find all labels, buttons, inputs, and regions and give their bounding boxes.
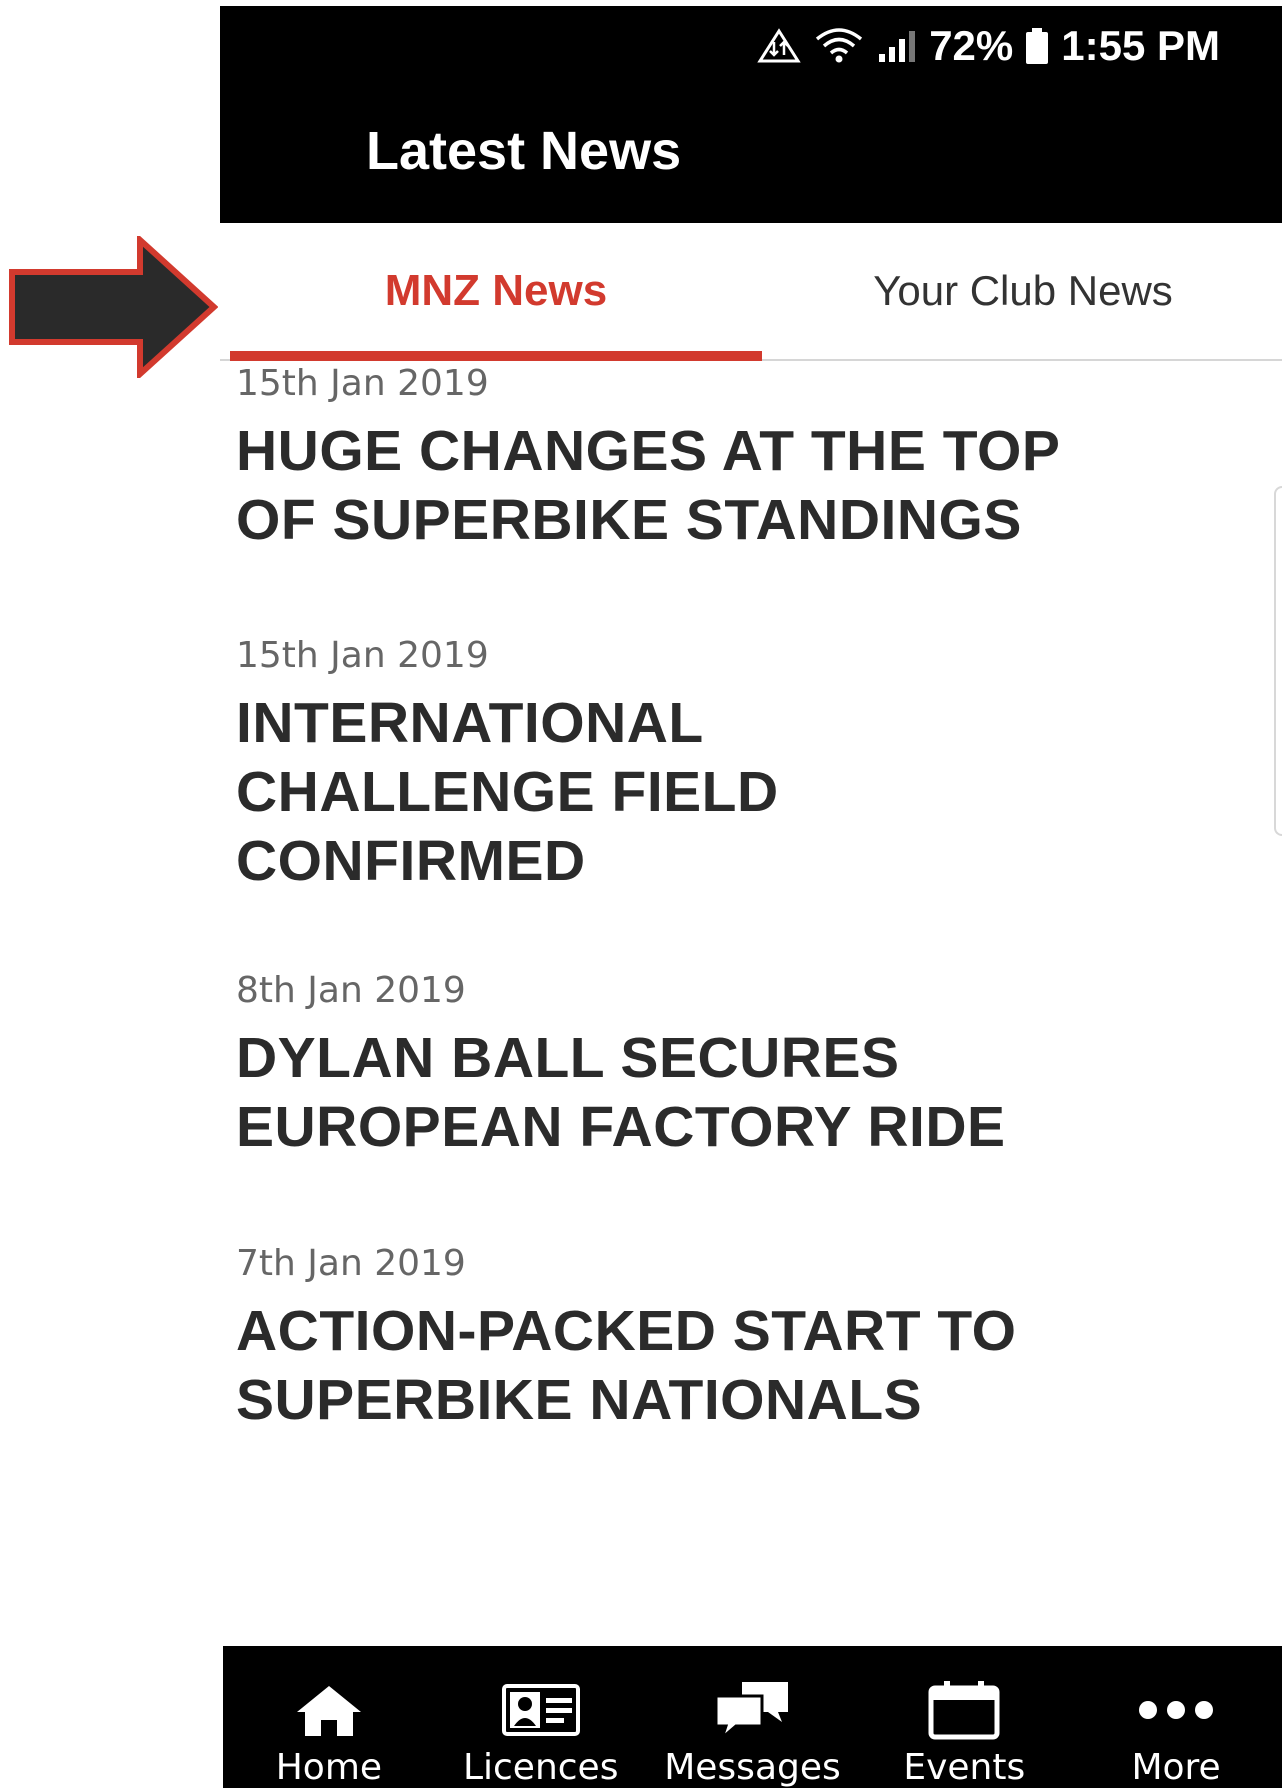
tab-label: Your Club News — [873, 267, 1173, 314]
status-bar: 72% 1:55 PM — [220, 6, 1282, 86]
signal-icon — [877, 28, 917, 64]
battery-percent: 72% — [929, 22, 1014, 69]
news-date: 8th Jan 2019 — [236, 970, 466, 1011]
headline-line: ACTION-PACKED START TO — [236, 1299, 1017, 1363]
nav-label: Licences — [462, 1747, 619, 1788]
news-date: 7th Jan 2019 — [236, 1243, 466, 1284]
headline-line: INTERNATIONAL — [236, 691, 704, 755]
app-bar: Latest News — [220, 86, 1282, 223]
annotation-arrow-right — [9, 236, 218, 378]
headline-line: CONFIRMED — [236, 829, 586, 893]
news-headline: HUGE CHANGES AT THE TOP OF SUPERBIKE STA… — [236, 417, 1256, 555]
home-icon — [293, 1676, 365, 1743]
headline-line: CHALLENGE FIELD — [236, 760, 779, 824]
wifi-icon — [813, 27, 865, 65]
data-saver-icon — [757, 28, 801, 64]
headline-line: DYLAN BALL SECURES — [236, 1026, 900, 1090]
active-tab-indicator — [230, 351, 762, 361]
nav-label: More — [1131, 1747, 1221, 1788]
news-headline: DYLAN BALL SECURES EUROPEAN FACTORY RIDE — [236, 1024, 1256, 1162]
news-item[interactable]: 15th Jan 2019 INTERNATIONAL CHALLENGE FI… — [236, 633, 1256, 896]
tab-label: MNZ News — [384, 266, 608, 315]
news-item[interactable]: 7th Jan 2019 ACTION-PACKED START TO SUPE… — [236, 1241, 1256, 1435]
headline-line: SUPERBIKE NATIONALS — [236, 1368, 923, 1432]
news-headline: INTERNATIONAL CHALLENGE FIELD CONFIRMED — [236, 689, 1256, 896]
chat-bubbles-icon — [712, 1676, 792, 1743]
nav-label: Home — [275, 1747, 383, 1788]
nav-events[interactable]: Events — [858, 1646, 1070, 1788]
calendar-icon — [928, 1676, 1000, 1743]
page-title: Latest News — [366, 121, 682, 181]
nav-home[interactable]: Home — [223, 1646, 435, 1788]
phone-screen: 72% 1:55 PM Latest News MNZ News Your Cl… — [220, 6, 1282, 1788]
nav-licences[interactable]: Licences — [435, 1646, 647, 1788]
news-date: 15th Jan 2019 — [236, 635, 489, 676]
scrollbar[interactable] — [1274, 486, 1282, 836]
headline-line: OF SUPERBIKE STANDINGS — [236, 488, 1022, 552]
id-card-icon — [501, 1676, 580, 1743]
battery-icon — [1025, 27, 1049, 65]
clock: 1:55 PM — [1061, 22, 1220, 69]
tab-mnz-news[interactable]: MNZ News — [230, 223, 762, 359]
news-tabs: MNZ News Your Club News — [220, 223, 1282, 361]
news-headline: ACTION-PACKED START TO SUPERBIKE NATIONA… — [236, 1297, 1256, 1435]
headline-line: HUGE CHANGES AT THE TOP — [236, 419, 1061, 483]
news-date: 15th Jan 2019 — [236, 363, 489, 404]
nav-more[interactable]: More — [1070, 1646, 1282, 1788]
bottom-nav: Home Licences Messages Events More — [223, 1646, 1282, 1788]
nav-label: Messages — [664, 1747, 841, 1788]
headline-line: EUROPEAN FACTORY RIDE — [236, 1095, 1006, 1159]
nav-messages[interactable]: Messages — [647, 1646, 859, 1788]
news-item[interactable]: 15th Jan 2019 HUGE CHANGES AT THE TOP OF… — [236, 361, 1256, 555]
news-item[interactable]: 8th Jan 2019 DYLAN BALL SECURES EUROPEAN… — [236, 968, 1256, 1162]
more-dots-icon — [1136, 1676, 1216, 1743]
tab-your-club-news[interactable]: Your Club News — [764, 223, 1282, 359]
nav-label: Events — [903, 1747, 1026, 1788]
